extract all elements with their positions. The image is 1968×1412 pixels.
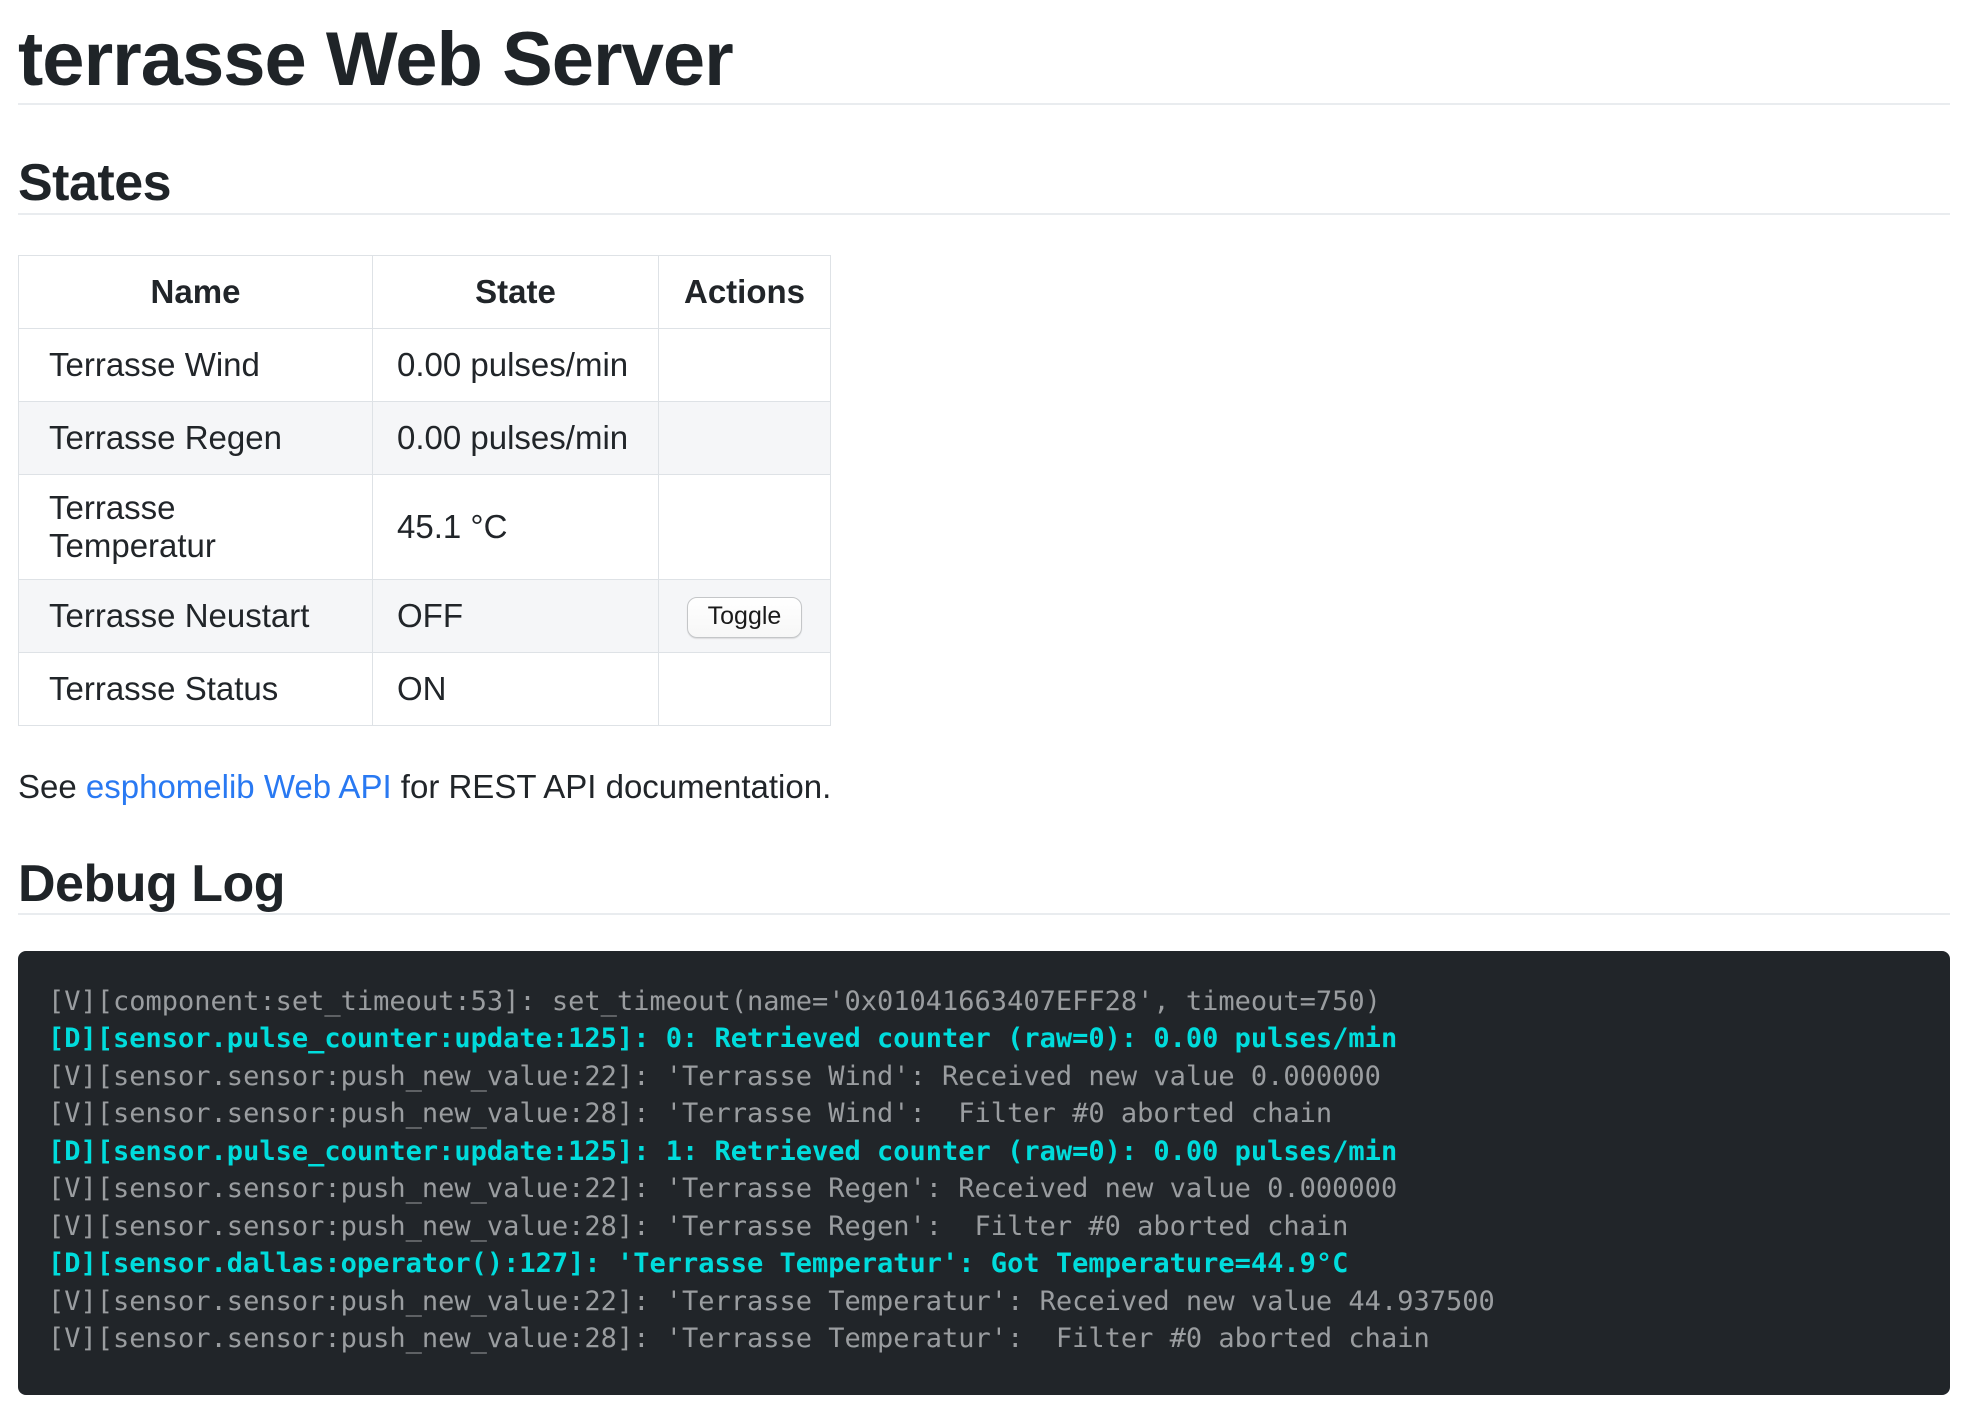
log-line: [V][sensor.sensor:push_new_value:28]: 'T… — [48, 1208, 1920, 1246]
page-title: terrasse Web Server — [18, 16, 1950, 103]
table-row: Terrasse Temperatur45.1 °C — [19, 474, 831, 579]
log-line: [V][sensor.sensor:push_new_value:22]: 'T… — [48, 1058, 1920, 1096]
state-name-cell: Terrasse Neustart — [19, 579, 373, 652]
state-name-cell: Terrasse Temperatur — [19, 474, 373, 579]
api-note: See esphomelib Web API for REST API docu… — [18, 768, 1950, 806]
actions-cell — [659, 652, 831, 725]
debug-console: [V][component:set_timeout:53]: set_timeo… — [18, 951, 1950, 1395]
title-divider — [18, 103, 1950, 105]
esphomelib-web-api-link[interactable]: esphomelib Web API — [86, 768, 392, 805]
col-header-actions: Actions — [659, 255, 831, 328]
state-name-cell: Terrasse Regen — [19, 401, 373, 474]
state-value-cell: 0.00 pulses/min — [373, 328, 659, 401]
table-row: Terrasse Regen0.00 pulses/min — [19, 401, 831, 474]
table-row: Terrasse StatusON — [19, 652, 831, 725]
states-heading: States — [18, 155, 1950, 212]
state-name-cell: Terrasse Wind — [19, 328, 373, 401]
state-value-cell: 45.1 °C — [373, 474, 659, 579]
log-line: [D][sensor.pulse_counter:update:125]: 1:… — [48, 1133, 1920, 1171]
state-value-cell: OFF — [373, 579, 659, 652]
table-row: Terrasse NeustartOFF Toggle — [19, 579, 831, 652]
state-name-cell: Terrasse Status — [19, 652, 373, 725]
actions-cell — [659, 401, 831, 474]
table-row: Terrasse Wind0.00 pulses/min — [19, 328, 831, 401]
log-line: [V][component:set_timeout:53]: set_timeo… — [48, 983, 1920, 1021]
log-line: [D][sensor.pulse_counter:update:125]: 0:… — [48, 1020, 1920, 1058]
states-divider — [18, 213, 1950, 215]
log-line: [D][sensor.dallas:operator():127]: 'Terr… — [48, 1245, 1920, 1283]
table-header-row: Name State Actions — [19, 255, 831, 328]
actions-cell — [659, 474, 831, 579]
api-note-suffix: for REST API documentation. — [392, 768, 832, 805]
debug-log-heading: Debug Log — [18, 856, 1950, 913]
col-header-name: Name — [19, 255, 373, 328]
state-value-cell: 0.00 pulses/min — [373, 401, 659, 474]
log-line: [V][sensor.sensor:push_new_value:28]: 'T… — [48, 1320, 1920, 1358]
api-note-prefix: See — [18, 768, 86, 805]
page: terrasse Web Server States Name State Ac… — [0, 0, 1968, 1412]
actions-cell — [659, 328, 831, 401]
state-value-cell: ON — [373, 652, 659, 725]
col-header-state: State — [373, 255, 659, 328]
log-line: [V][sensor.sensor:push_new_value:28]: 'T… — [48, 1095, 1920, 1133]
actions-cell: Toggle — [659, 579, 831, 652]
toggle-button[interactable]: Toggle — [687, 597, 803, 638]
debug-divider — [18, 913, 1950, 915]
log-line: [V][sensor.sensor:push_new_value:22]: 'T… — [48, 1283, 1920, 1321]
states-table: Name State Actions Terrasse Wind0.00 pul… — [18, 255, 831, 726]
log-line: [V][sensor.sensor:push_new_value:22]: 'T… — [48, 1170, 1920, 1208]
